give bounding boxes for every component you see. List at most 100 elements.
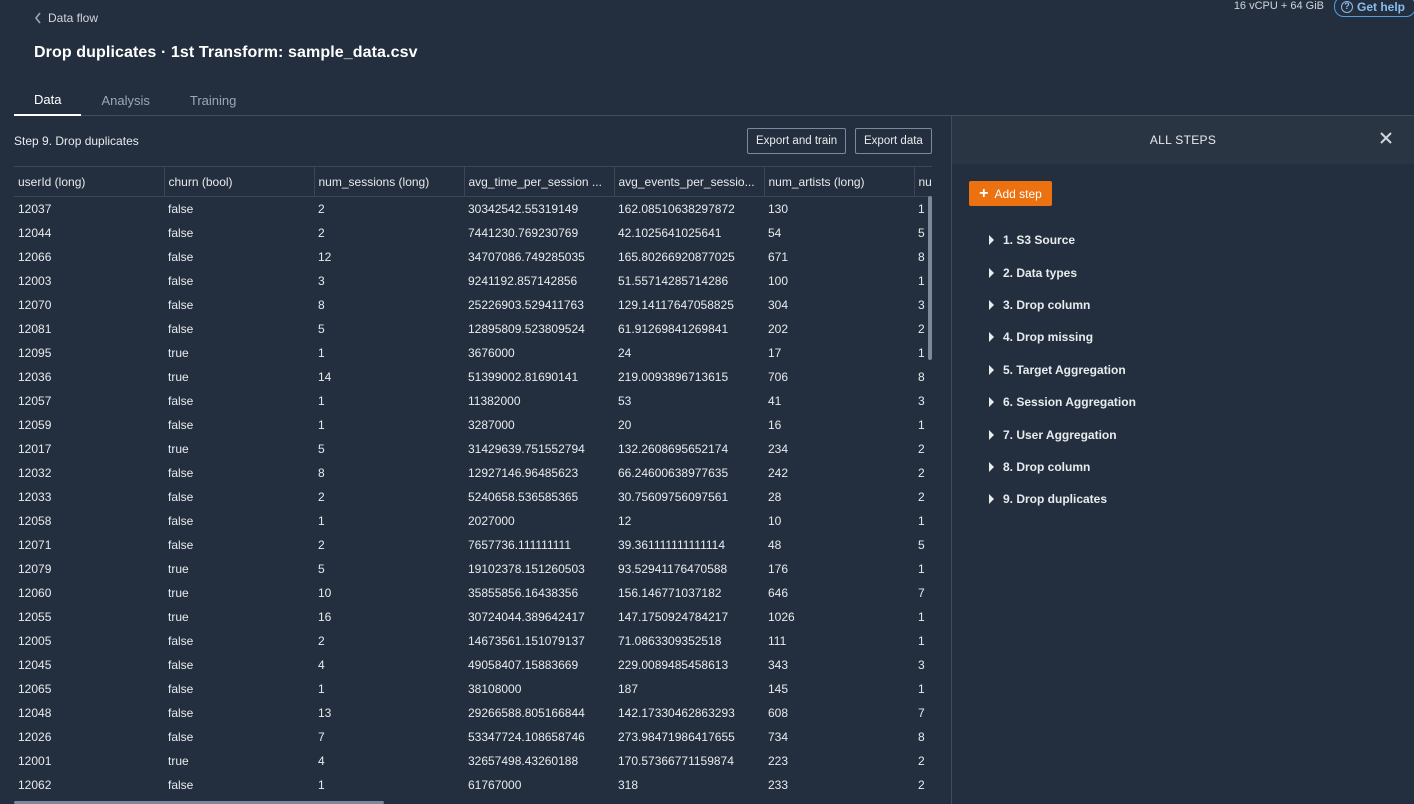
step-label: 7. User Aggregation: [1003, 427, 1117, 442]
close-icon[interactable]: [1378, 130, 1394, 146]
table-cell: 12001: [18, 753, 52, 768]
table-cell: 35855856.16438356: [468, 585, 579, 600]
caret-right-icon: [989, 364, 994, 375]
help-icon: ?: [1340, 0, 1353, 13]
column-header[interactable]: num_artists (long): [764, 166, 915, 197]
back-to-data-flow-link[interactable]: Data flow: [34, 11, 98, 25]
data-table: userId (long) churn (bool) num_sessions (l…: [14, 166, 932, 797]
table-cell: 1: [318, 393, 325, 408]
table-cell: 12: [618, 513, 632, 528]
table-cell: 49058407.15883669: [468, 657, 579, 672]
table-cell: 25226903.529411763: [468, 297, 584, 312]
table-cell: 1026: [768, 609, 795, 624]
table-cell: false: [168, 729, 194, 744]
table-cell: 12927146.96485623: [468, 465, 579, 480]
step-item[interactable]: 1. S3 Source: [989, 224, 1136, 256]
table-row: 12070 false 8 25226903.529411763 129.1411764…: [14, 293, 932, 317]
step-item[interactable]: 7. User Aggregation: [989, 418, 1136, 450]
table-cell: 5: [318, 561, 325, 576]
column-header[interactable]: userId (long): [14, 166, 165, 197]
table-cell: 7: [318, 729, 325, 744]
get-help-button[interactable]: ? Get help: [1333, 0, 1414, 17]
table-cell: 1: [918, 513, 925, 528]
table-cell: 304: [768, 297, 789, 312]
column-header[interactable]: churn (bool): [164, 166, 315, 197]
table-cell: false: [168, 513, 194, 528]
table-cell: 24: [618, 345, 632, 360]
table-cell: 9241192.857142856: [468, 273, 578, 288]
step-item[interactable]: 4. Drop missing: [989, 321, 1136, 353]
table-cell: 187: [618, 681, 639, 696]
table-cell: 318: [618, 777, 639, 792]
table-cell: 1: [918, 561, 925, 576]
plus-icon: +: [979, 184, 989, 202]
step-item[interactable]: 3. Drop column: [989, 289, 1136, 321]
table-cell: false: [168, 225, 194, 240]
table-row: 12079 true 5 19102378.151260503 93.529411764…: [14, 557, 932, 581]
table-cell: 5: [918, 537, 925, 552]
table-cell: 2: [318, 537, 325, 552]
table-cell: 71.0863309352518: [618, 633, 722, 648]
table-cell: 273.98471986417655: [618, 729, 735, 744]
caret-right-icon: [989, 235, 994, 246]
caret-right-icon: [989, 494, 994, 505]
table-cell: false: [168, 321, 194, 336]
table-cell: 53347724.108658746: [468, 729, 585, 744]
table-cell: 2: [918, 489, 925, 504]
step-label: 3. Drop column: [1003, 297, 1091, 312]
step-item[interactable]: 2. Data types: [989, 256, 1136, 288]
table-cell: 3: [918, 393, 925, 408]
table-cell: 170.57366771159874: [618, 753, 734, 768]
data-table-container[interactable]: userId (long) churn (bool) num_sessions (l…: [14, 166, 932, 804]
panel-title: ALL STEPS: [1149, 133, 1217, 147]
table-cell: 12044: [18, 225, 52, 240]
table-row: 12037 false 2 30342542.55319149 162.08510638…: [14, 197, 932, 221]
export-data-button[interactable]: Export data: [855, 128, 932, 154]
table-cell: false: [168, 681, 194, 696]
column-header[interactable]: avg_events_per_sessio...: [614, 166, 765, 197]
table-cell: 129.14117647058825: [618, 297, 734, 312]
export-and-train-button[interactable]: Export and train: [747, 128, 847, 154]
table-cell: 234: [768, 441, 789, 456]
step-item[interactable]: 9. Drop duplicates: [989, 483, 1136, 515]
table-cell: 2: [318, 489, 325, 504]
table-cell: 5: [318, 321, 325, 336]
step-label: 1. S3 Source: [1003, 233, 1076, 248]
table-cell: 8: [318, 465, 325, 480]
step-item[interactable]: 5. Target Aggregation: [989, 354, 1136, 386]
table-cell: 12070: [18, 297, 52, 312]
column-header[interactable]: nu: [914, 166, 932, 197]
table-cell: 12036: [18, 369, 52, 384]
table-cell: 30724044.389642417: [468, 609, 585, 624]
table-cell: 12057: [18, 393, 52, 408]
table-cell: true: [168, 561, 189, 576]
tab-analysis[interactable]: Analysis: [81, 86, 169, 116]
table-cell: 48: [768, 537, 782, 552]
table-cell: 671: [768, 249, 789, 264]
table-cell: 156.146771037182: [618, 585, 722, 600]
table-cell: 12062: [18, 777, 52, 792]
table-cell: 4: [318, 657, 325, 672]
add-step-button[interactable]: + Add step: [969, 181, 1052, 206]
column-header[interactable]: num_sessions (long): [314, 166, 465, 197]
step-item[interactable]: 6. Session Aggregation: [989, 386, 1136, 418]
tab-training[interactable]: Training: [170, 86, 256, 116]
table-cell: false: [168, 657, 194, 672]
step-item[interactable]: 8. Drop column: [989, 451, 1136, 483]
vertical-scrollbar[interactable]: [928, 196, 932, 360]
table-cell: 2027000: [468, 513, 515, 528]
table-row: 12003 false 3 9241192.857142856 51.557142857…: [14, 269, 932, 293]
table-cell: true: [168, 609, 189, 624]
step-label: 5. Target Aggregation: [1003, 362, 1126, 377]
column-header[interactable]: avg_time_per_session ...: [464, 166, 615, 197]
table-row: 12044 false 2 7441230.769230769 42.102564102…: [14, 221, 932, 245]
table-cell: 2: [318, 633, 325, 648]
table-cell: 66.24600638977635: [618, 465, 729, 480]
table-row: 12058 false 1 2027000 12 10 1: [14, 509, 932, 533]
tab-data[interactable]: Data: [14, 86, 82, 116]
table-row: 12005 false 2 14673561.151079137 71.08633093…: [14, 629, 932, 653]
table-cell: 7: [918, 585, 925, 600]
table-cell: 1: [318, 417, 325, 432]
table-row: 12026 false 7 53347724.108658746 273.9847198…: [14, 725, 932, 749]
table-cell: 30342542.55319149: [468, 201, 579, 216]
